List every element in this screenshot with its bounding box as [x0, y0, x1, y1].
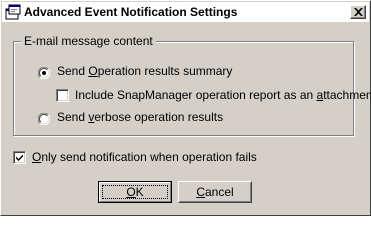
send-verbose-label[interactable]: Send verbose operation results: [57, 110, 223, 124]
include-report-checkbox[interactable]: [56, 89, 69, 102]
ok-button[interactable]: OK: [98, 181, 172, 203]
checkmark-icon: [16, 154, 23, 161]
radio-send-verbose[interactable]: [37, 112, 51, 126]
group-label: E-mail message content: [21, 34, 156, 48]
app-window-icon: [5, 4, 21, 20]
ok-button-label: OK: [126, 185, 144, 199]
window-title: Advanced Event Notification Settings: [24, 5, 238, 19]
only-fail-label[interactable]: Only send notification when operation fa…: [32, 150, 257, 164]
close-icon: [354, 8, 363, 16]
cancel-button-label: Cancel: [196, 185, 234, 199]
title-bar[interactable]: Advanced Event Notification Settings: [2, 2, 369, 22]
close-button[interactable]: [350, 5, 366, 19]
include-report-label[interactable]: Include SnapManager operation report as …: [75, 88, 371, 102]
only-fail-checkbox[interactable]: [13, 151, 26, 164]
send-summary-label[interactable]: Send Operation results summary: [57, 64, 232, 78]
cancel-button[interactable]: Cancel: [178, 181, 252, 203]
radio-send-summary[interactable]: [37, 66, 51, 80]
advanced-event-notification-dialog: Advanced Event Notification Settings E-m…: [0, 0, 371, 216]
